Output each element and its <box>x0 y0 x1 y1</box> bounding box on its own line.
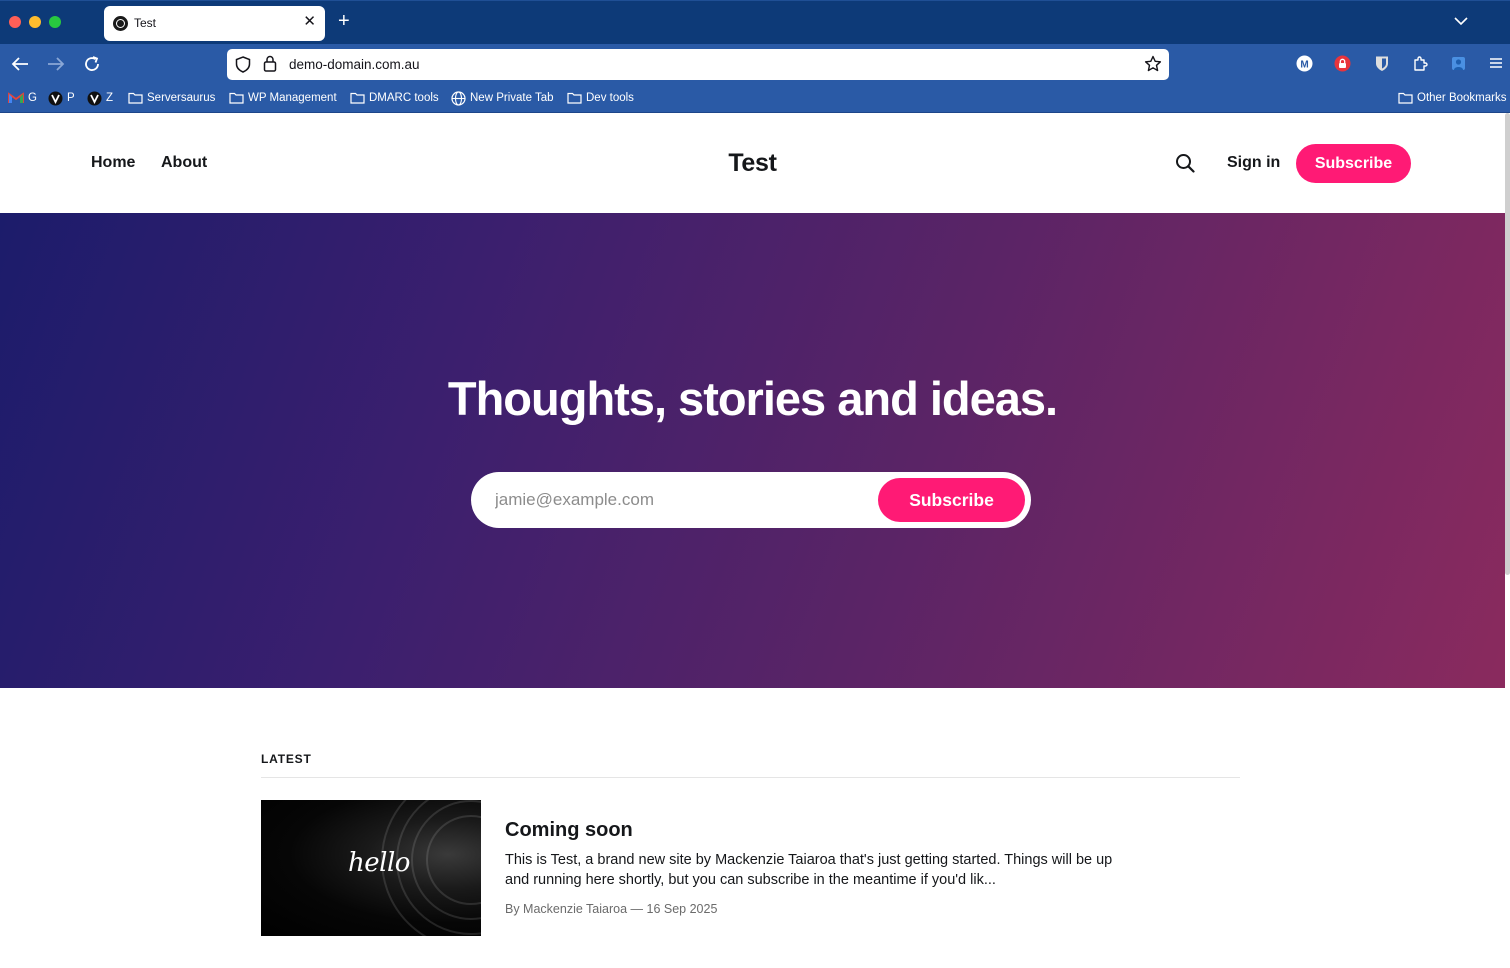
browser-tab-active[interactable]: Test ✕ <box>104 6 325 41</box>
bookmark-label: P <box>67 92 75 104</box>
bookmark-label: Z <box>106 92 114 104</box>
bookmark-star-icon[interactable] <box>1144 55 1162 78</box>
extension-red-lock-icon[interactable] <box>1333 54 1351 72</box>
latest-section-label: LATEST <box>261 752 312 766</box>
reload-icon[interactable] <box>82 54 102 74</box>
section-divider <box>261 777 1240 778</box>
bookmark-folder-wp-management[interactable]: WP Management <box>229 90 337 106</box>
bookmark-z[interactable]: Z <box>87 90 113 106</box>
bookmark-folder-serversaurus[interactable]: Serversaurus <box>128 90 215 106</box>
bookmark-label: Serversaurus <box>147 92 216 104</box>
bookmark-folder-dmarc-tools[interactable]: DMARC tools <box>350 90 439 106</box>
extension-m-icon[interactable]: M <box>1295 54 1313 72</box>
post-card[interactable]: hello Coming soon This is Test, a brand … <box>261 800 1240 936</box>
site-header: Home About Test Sign in Subscribe <box>0 113 1505 213</box>
folder-icon <box>350 92 365 104</box>
tab-close-icon[interactable]: ✕ <box>303 14 316 29</box>
close-window-button[interactable] <box>9 16 21 28</box>
tracking-shield-icon[interactable] <box>235 56 251 78</box>
bookmark-gmail[interactable]: G <box>8 90 37 106</box>
email-input[interactable] <box>495 472 875 528</box>
bookmark-label: New Private Tab <box>470 92 554 104</box>
vultr-icon <box>87 91 102 105</box>
post-meta: By Mackenzie Taiaroa — 16 Sep 2025 <box>505 902 718 916</box>
bookmark-label: Dev tools <box>586 92 634 104</box>
site-favicon-icon <box>113 16 128 31</box>
bookmark-label: WP Management <box>248 92 337 104</box>
back-arrow-icon[interactable] <box>10 54 30 74</box>
header-subscribe-button[interactable]: Subscribe <box>1296 144 1411 183</box>
browser-toolbar: demo-domain.com.au M <box>0 44 1510 84</box>
minimize-window-button[interactable] <box>29 16 41 28</box>
folder-icon <box>567 92 582 104</box>
folder-icon <box>229 92 244 104</box>
web-page: Home About Test Sign in Subscribe Though… <box>0 113 1505 968</box>
search-icon[interactable] <box>1175 153 1195 178</box>
globe-icon <box>451 90 466 106</box>
sign-in-link[interactable]: Sign in <box>1227 154 1280 172</box>
svg-text:M: M <box>1300 59 1308 70</box>
bookmark-label: DMARC tools <box>369 92 439 104</box>
bookmark-label: Other Bookmarks <box>1417 92 1507 104</box>
zoom-window-button[interactable] <box>49 16 61 28</box>
post-title[interactable]: Coming soon <box>505 819 633 842</box>
folder-icon <box>1398 92 1413 104</box>
gmail-icon <box>8 92 24 103</box>
post-image-text: hello <box>348 848 410 878</box>
url-bar[interactable]: demo-domain.com.au <box>227 49 1169 80</box>
extension-bitwarden-shield-icon[interactable] <box>1373 54 1391 72</box>
tab-list-chevron-down-icon[interactable] <box>1454 13 1468 31</box>
hero-section: Thoughts, stories and ideas. Subscribe <box>0 213 1505 688</box>
bookmarks-bar: G P Z Serversaurus WP Management DMARC t… <box>0 84 1510 113</box>
bookmark-folder-other-bookmarks[interactable]: Other Bookmarks <box>1398 90 1506 106</box>
url-text[interactable]: demo-domain.com.au <box>289 57 420 72</box>
hero-title: Thoughts, stories and ideas. <box>447 372 1058 425</box>
subscribe-form: Subscribe <box>471 472 1031 528</box>
bookmark-folder-dev-tools[interactable]: Dev tools <box>567 90 634 106</box>
hero-subscribe-button[interactable]: Subscribe <box>878 478 1025 522</box>
forward-arrow-icon[interactable] <box>46 54 66 74</box>
bookmark-label: G <box>28 92 37 104</box>
bookmark-p[interactable]: P <box>48 90 75 106</box>
post-feature-image[interactable]: hello <box>261 800 481 936</box>
extension-profile-icon[interactable] <box>1449 54 1467 72</box>
tab-title: Test <box>134 16 157 30</box>
page-scrollbar[interactable] <box>1505 113 1510 575</box>
browser-titlebar: Test ✕ + <box>0 0 1510 44</box>
new-tab-button[interactable]: + <box>338 11 350 31</box>
bookmark-new-private-tab[interactable]: New Private Tab <box>451 90 554 106</box>
vultr-icon <box>48 91 63 105</box>
menu-hamburger-icon[interactable] <box>1487 54 1505 72</box>
folder-icon <box>128 92 143 104</box>
lock-icon[interactable] <box>263 55 277 77</box>
extensions-puzzle-icon[interactable] <box>1411 54 1429 72</box>
post-excerpt: This is Test, a brand new site by Macken… <box>505 852 1113 888</box>
